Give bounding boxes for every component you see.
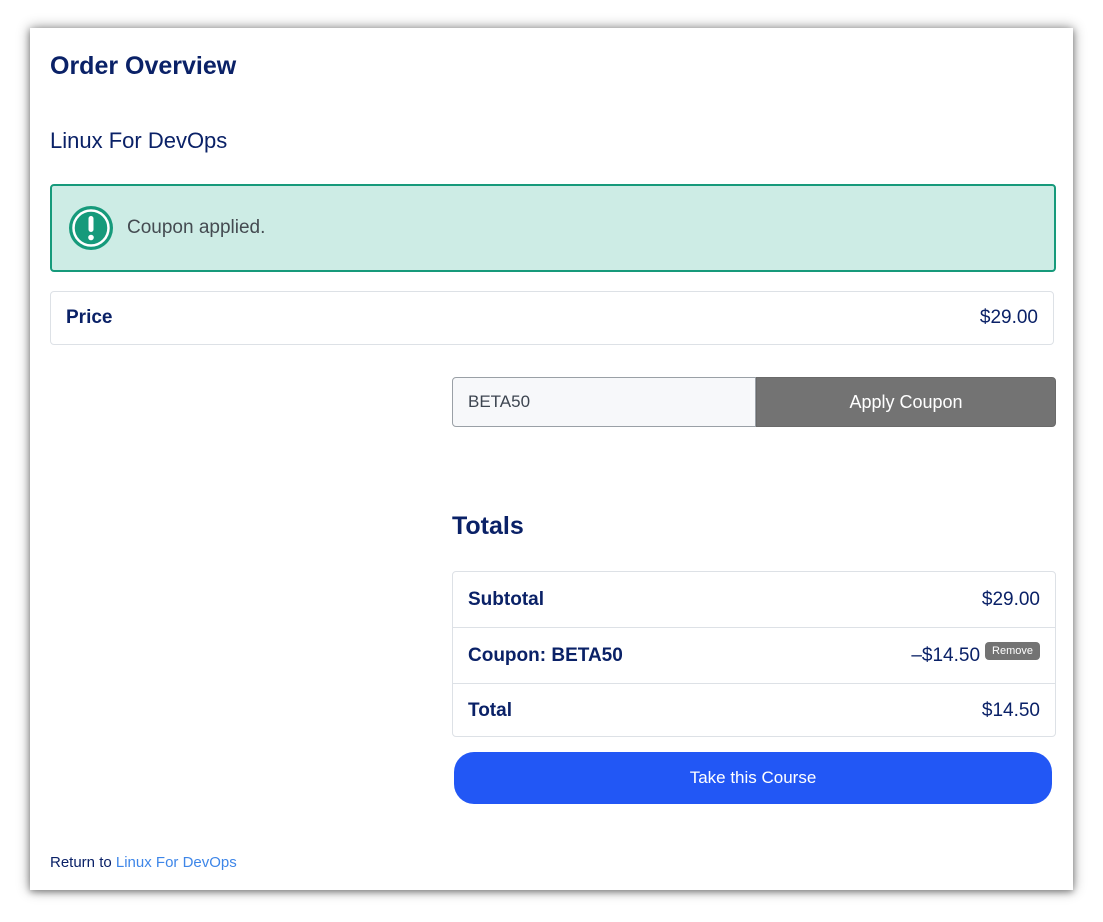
take-course-button[interactable]: Take this Course (454, 752, 1052, 804)
total-label: Total (468, 700, 512, 721)
course-title: Linux For DevOps (50, 128, 228, 153)
return-line: Return to Linux For DevOps (50, 854, 237, 871)
coupon-success-alert: Coupon applied. (50, 184, 1056, 272)
coupon-form: Apply Coupon (452, 377, 1056, 427)
price-card: Price $29.00 (50, 291, 1054, 345)
total-value: $14.50 (981, 700, 1040, 721)
subtotal-value: $29.00 (981, 588, 1040, 610)
price-label: Price (66, 307, 113, 328)
totals-heading: Totals (452, 512, 524, 540)
totals-card: Subtotal $29.00 Coupon: BETA50 –$14.50 R… (452, 571, 1056, 737)
remove-coupon-button[interactable]: Remove (985, 641, 1040, 660)
alert-message: Coupon applied. (127, 217, 266, 238)
apply-coupon-button[interactable]: Apply Coupon (756, 377, 1056, 427)
total-row: Total $14.50 (453, 684, 1055, 738)
coupon-discount-label: Coupon: BETA50 (468, 644, 623, 666)
page-title: Order Overview (50, 52, 237, 80)
return-prefix: Return to (50, 854, 116, 871)
coupon-discount-value: –$14.50 (911, 644, 981, 666)
subtotal-row: Subtotal $29.00 (453, 572, 1055, 628)
exclamation-circle-icon (67, 204, 115, 252)
price-value: $29.00 (979, 307, 1038, 328)
subtotal-label: Subtotal (468, 588, 544, 610)
return-course-link[interactable]: Linux For DevOps (116, 854, 237, 871)
order-overview-panel: Order Overview Linux For DevOps Coupon a… (30, 28, 1073, 890)
coupon-discount-row: Coupon: BETA50 –$14.50 Remove (453, 628, 1055, 684)
coupon-discount-value-group: –$14.50 Remove (911, 641, 1040, 667)
coupon-code-input[interactable] (452, 377, 756, 427)
